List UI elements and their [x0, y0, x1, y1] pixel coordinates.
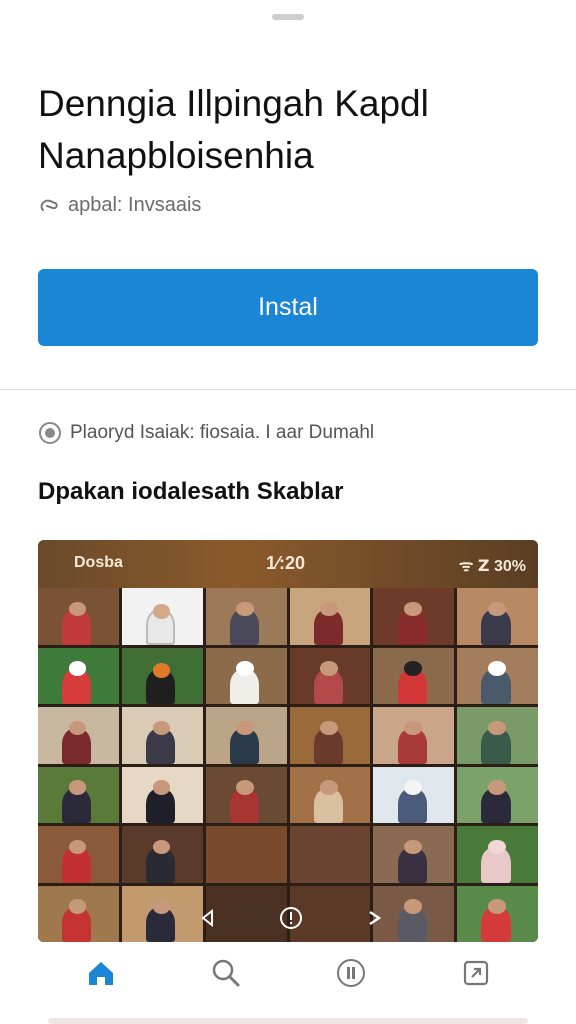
photo-tile [457, 647, 538, 704]
app-title: Denngia Illpingah Kapdl Nanapbloisenhia [38, 78, 548, 182]
photo-tile [373, 647, 455, 704]
preview-status-left: Dosba [74, 554, 123, 571]
photo-tile [373, 766, 455, 823]
photo-tile [373, 826, 455, 883]
radio-icon [39, 422, 61, 444]
preview-nav-bar [166, 894, 416, 942]
preview-status-time: 1⁄:20 [266, 553, 306, 573]
preview-status-right: ᯤ 𝗭 30% [458, 558, 526, 575]
drag-handle[interactable] [272, 14, 304, 20]
photo-tile [205, 647, 287, 704]
share-icon[interactable] [454, 951, 498, 995]
photo-tile [373, 707, 455, 764]
photo-tile [38, 647, 119, 704]
section-title: Dpakan iodalesath Skablar [38, 478, 344, 505]
photo-tile [457, 707, 538, 764]
photo-tile [289, 766, 371, 823]
photo-tile [121, 647, 203, 704]
photo-tile [38, 826, 119, 883]
app-title-line-1: Denngia Illpingah Kapdl [38, 83, 429, 124]
app-title-line-2: Nanapbloisenhia [38, 135, 314, 176]
info-row: Plaoryd Isaiak: fiosaia. I aar Dumahl [38, 421, 374, 445]
preview-status-bar: Dosba 1⁄:20 ᯤ 𝗭 30% [38, 540, 538, 588]
app-meta: apbal: Invsaais [38, 193, 201, 217]
search-icon[interactable] [204, 951, 248, 995]
alert-icon [277, 904, 305, 932]
photo-tile [205, 588, 287, 645]
preview-photo-grid [38, 588, 538, 942]
photo-tile [38, 766, 119, 823]
install-button[interactable]: Instal [38, 269, 538, 346]
back-icon [194, 904, 222, 932]
photo-tile [38, 707, 119, 764]
photo-tile [38, 885, 119, 942]
home-icon[interactable] [79, 951, 123, 995]
photo-tile [121, 766, 203, 823]
info-text: Plaoryd Isaiak: fiosaia. I aar Dumahl [70, 422, 375, 443]
forward-icon [360, 904, 388, 932]
screenshot-preview[interactable]: Dosba 1⁄:20 ᯤ 𝗭 30% [38, 540, 538, 942]
photo-tile [205, 826, 287, 883]
photo-tile [121, 707, 203, 764]
photo-tile [289, 707, 371, 764]
bottom-nav [38, 942, 538, 1004]
divider [0, 389, 576, 390]
photo-tile [457, 766, 538, 823]
photo-tile [289, 647, 371, 704]
photo-tile [373, 588, 455, 645]
photo-tile [205, 766, 287, 823]
photo-tile [121, 826, 203, 883]
bottom-strip [48, 1018, 528, 1024]
install-button-label: Instal [258, 293, 318, 321]
app-meta-text: apbal: Invsaais [68, 193, 202, 216]
photo-tile [457, 826, 538, 883]
photo-tile [205, 707, 287, 764]
photo-tile [289, 588, 371, 645]
photo-tile [121, 588, 203, 645]
photo-tile [289, 826, 371, 883]
photo-tile [457, 885, 538, 942]
pause-icon[interactable] [329, 951, 373, 995]
photo-tile [38, 588, 119, 645]
photo-tile [457, 588, 538, 645]
link-icon [40, 199, 58, 211]
